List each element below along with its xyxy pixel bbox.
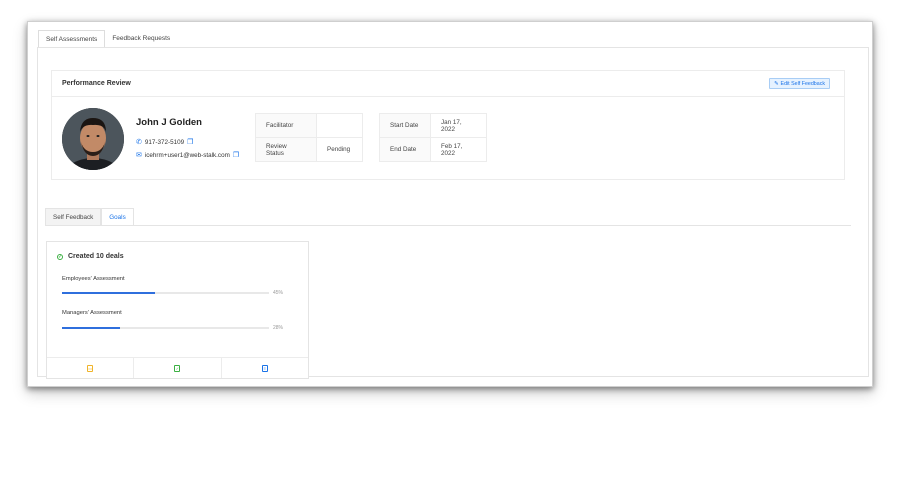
goal-card-footer: ▭ ✓ ≡	[47, 357, 308, 378]
goal-card: ✓ Created 10 deals Employees' Assessment…	[46, 241, 309, 379]
edit-self-feedback-label: Edit Self Feedback	[780, 80, 825, 87]
performance-review-card: Performance Review ✎ Edit Self Feedback	[51, 70, 845, 180]
tab-self-feedback[interactable]: Self Feedback	[45, 208, 102, 226]
start-date-value: Jan 17, 2022	[430, 113, 487, 138]
email-address: icehrm+user1@web-stalk.com	[144, 151, 230, 159]
review-status-value: Pending	[316, 137, 363, 162]
facilitator-value	[316, 113, 363, 138]
facilitator-label: Facilitator	[255, 113, 317, 138]
review-status-label: Review Status	[255, 137, 317, 162]
table-row: End Date Feb 17, 2022	[379, 137, 487, 162]
footer-action-calendar[interactable]: ▭	[47, 358, 135, 378]
end-date-value: Feb 17, 2022	[430, 137, 487, 162]
email-row: ✉ icehrm+user1@web-stalk.com ❐	[136, 151, 239, 160]
review-info-table: Facilitator Review Status Pending	[255, 113, 363, 162]
employees-assessment-progress	[62, 292, 269, 294]
top-tabs: Self Assessments Feedback Requests	[38, 30, 177, 49]
table-row: Facilitator	[255, 113, 363, 138]
managers-assessment-percent: 28%	[273, 325, 284, 331]
checklist-icon[interactable]: ✓	[174, 364, 181, 372]
footer-action-checklist[interactable]: ✓	[134, 358, 222, 378]
sub-tabs: Self Feedback Goals	[45, 208, 134, 226]
copy-icon[interactable]: ❐	[187, 138, 193, 146]
review-header: Performance Review ✎ Edit Self Feedback	[52, 71, 844, 97]
phone-icon: ✆	[136, 139, 142, 146]
document-icon[interactable]: ≡	[261, 364, 268, 372]
review-title: Performance Review	[62, 80, 131, 87]
progress-fill	[62, 292, 156, 294]
table-row: Start Date Jan 17, 2022	[379, 113, 487, 138]
end-date-label: End Date	[379, 137, 431, 162]
mail-icon: ✉	[136, 152, 142, 159]
footer-action-document[interactable]: ≡	[222, 358, 308, 378]
phone-row: ✆ 917-372-5109 ❐	[136, 138, 193, 147]
phone-number: 917-372-5109	[144, 138, 185, 146]
employees-assessment-label: Employees' Assessment	[62, 276, 125, 282]
start-date-label: Start Date	[379, 113, 431, 138]
copy-icon[interactable]: ❐	[233, 151, 239, 159]
review-dates-table: Start Date Jan 17, 2022 End Date Feb 17,…	[379, 113, 487, 162]
divider	[45, 225, 851, 226]
progress-fill	[62, 327, 120, 329]
table-row: Review Status Pending	[255, 137, 363, 162]
main-panel: Performance Review ✎ Edit Self Feedback	[37, 47, 869, 379]
app-window: Self Assessments Feedback Requests Perfo…	[27, 21, 873, 387]
calendar-icon[interactable]: ▭	[87, 364, 94, 372]
managers-assessment-progress	[62, 327, 269, 329]
tab-feedback-requests[interactable]: Feedback Requests	[105, 30, 177, 48]
check-circle-icon: ✓	[57, 253, 63, 260]
managers-assessment-label: Managers' Assessment	[62, 310, 122, 316]
avatar	[62, 108, 124, 170]
tab-goals[interactable]: Goals	[101, 208, 134, 226]
user-name: John J Golden	[136, 117, 202, 128]
goal-title-row: ✓ Created 10 deals	[57, 253, 124, 260]
edit-self-feedback-button[interactable]: ✎ Edit Self Feedback	[769, 78, 830, 89]
edit-icon: ✎	[774, 80, 779, 87]
employees-assessment-percent: 45%	[273, 290, 284, 296]
goal-title: Created 10 deals	[68, 253, 124, 260]
